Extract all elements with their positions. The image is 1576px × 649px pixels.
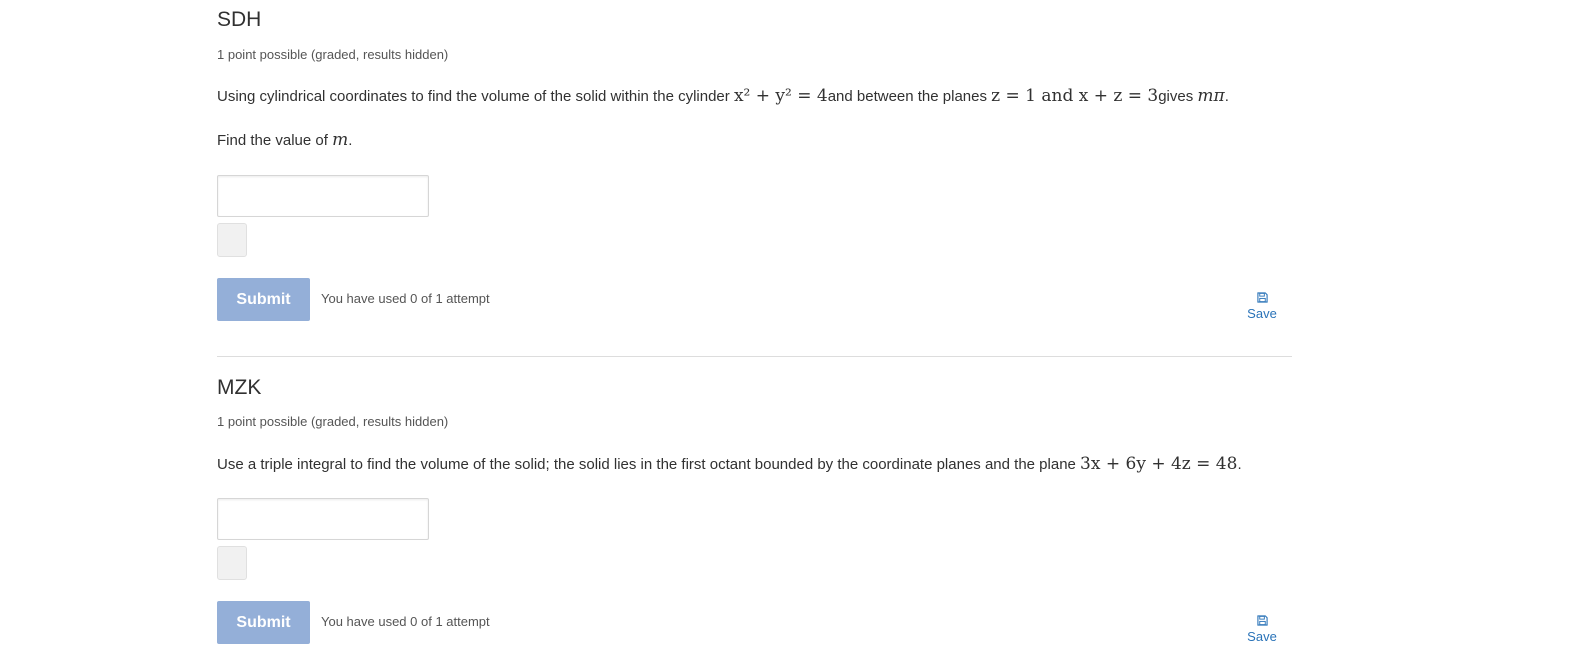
save-label: Save — [1247, 629, 1277, 644]
math-expression: z = 1 and x + z = 3 — [991, 86, 1159, 106]
prompt-text: Using cylindrical coordinates to find th… — [217, 88, 734, 105]
status-indicator — [217, 223, 247, 257]
problem-prompt: Use a triple integral to find the volume… — [217, 454, 1242, 475]
answer-input[interactable] — [217, 498, 429, 540]
prompt-text: Use a triple integral to find the volume… — [217, 456, 1081, 473]
points-info: 1 point possible (graded, results hidden… — [217, 414, 449, 429]
save-button[interactable]: Save — [1247, 292, 1277, 321]
prompt-text: and between the planes — [827, 88, 992, 105]
problem-divider — [217, 356, 1292, 357]
submit-button[interactable]: Submit — [217, 601, 310, 644]
floppy-disk-icon — [1256, 292, 1268, 303]
answer-input[interactable] — [217, 175, 429, 217]
math-expression: mπ — [1197, 86, 1225, 106]
math-expression: m — [332, 130, 349, 150]
problem-title: MZK — [217, 376, 262, 399]
prompt-text: . — [348, 132, 353, 149]
status-indicator — [217, 546, 247, 580]
problem-title: SDH — [217, 8, 262, 31]
attempts-info: You have used 0 of 1 attempt — [321, 614, 490, 629]
submit-button[interactable]: Submit — [217, 278, 310, 321]
problem-prompt: Using cylindrical coordinates to find th… — [217, 86, 1229, 107]
prompt-text: . — [1237, 456, 1242, 473]
points-info: 1 point possible (graded, results hidden… — [217, 47, 449, 62]
math-expression: 3x + 6y + 4z = 48 — [1080, 454, 1238, 474]
save-label: Save — [1247, 306, 1277, 321]
save-button[interactable]: Save — [1247, 615, 1277, 644]
math-expression: x² + y² = 4 — [733, 86, 828, 106]
prompt-text: gives — [1158, 88, 1198, 105]
floppy-disk-icon — [1256, 615, 1268, 626]
problem-subprompt: Find the value of m. — [217, 130, 352, 151]
prompt-text: Find the value of — [217, 132, 333, 149]
attempts-info: You have used 0 of 1 attempt — [321, 291, 490, 306]
prompt-text: . — [1224, 88, 1229, 105]
